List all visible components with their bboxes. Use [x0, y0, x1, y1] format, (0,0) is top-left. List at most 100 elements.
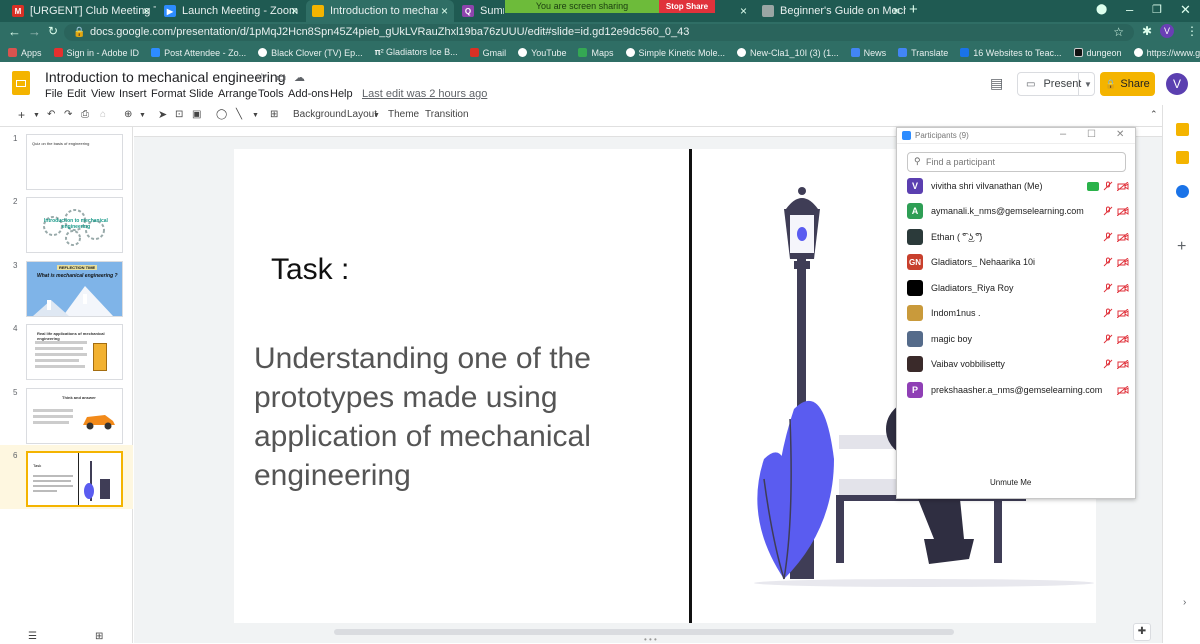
- star-bookmark-icon[interactable]: ☆: [1113, 24, 1124, 41]
- forward-arrow-icon[interactable]: →: [28, 24, 41, 39]
- background-button[interactable]: Background: [293, 109, 346, 120]
- transition-button[interactable]: Transition: [425, 109, 469, 120]
- paint-format-icon[interactable]: ⌂: [100, 109, 106, 120]
- image-icon[interactable]: ▣: [192, 109, 201, 120]
- filmstrip-view-icon[interactable]: ☰: [28, 631, 37, 642]
- participant-row[interactable]: GN Gladiators_ Nehaarika 10i: [907, 252, 1129, 272]
- comment-add-icon[interactable]: ⊞: [270, 109, 278, 120]
- chevron-down-icon[interactable]: ▼: [252, 112, 259, 119]
- shape-icon[interactable]: ◯: [216, 109, 227, 120]
- back-arrow-icon[interactable]: ←: [8, 24, 21, 39]
- participant-row[interactable]: Ethan ( ͡° ͜ʖ ͡°): [907, 227, 1129, 247]
- bookmark-gmail[interactable]: Gmail: [469, 48, 506, 58]
- chevron-down-icon[interactable]: ▼: [373, 112, 380, 119]
- chevron-down-icon[interactable]: ▼: [33, 112, 40, 119]
- unmute-me-button[interactable]: Unmute Me: [990, 478, 1031, 487]
- tab-zoom[interactable]: ▶ Launch Meeting - Zoom ×: [158, 0, 304, 22]
- star-icon[interactable]: ☆: [256, 70, 268, 86]
- account-avatar[interactable]: V: [1166, 73, 1188, 95]
- close-tab-icon[interactable]: ×: [441, 4, 448, 18]
- close-tab-icon[interactable]: ×: [893, 4, 900, 18]
- address-bar[interactable]: 🔒 docs.google.com/presentation/d/1pMqJ2H…: [64, 24, 1134, 41]
- tab-search-icon[interactable]: ⬤: [1096, 4, 1107, 15]
- print-icon[interactable]: ⎙: [81, 109, 89, 120]
- menu-slide[interactable]: Slide: [189, 88, 213, 100]
- tab-slides[interactable]: Introduction to mechanical engi ×: [306, 0, 454, 22]
- participant-row[interactable]: P prekshaasher.a_nms@gemselearning.com: [907, 380, 1129, 400]
- present-button[interactable]: ▭ Present ▼: [1017, 72, 1095, 96]
- menu-arrange[interactable]: Arrange: [218, 88, 257, 100]
- bookmark-translate[interactable]: Translate: [898, 48, 948, 58]
- tab-page[interactable]: ×: [715, 0, 755, 22]
- theme-button[interactable]: Theme: [388, 109, 419, 120]
- bookmark-new-class[interactable]: New-Cla1_10I (3) (1...: [737, 48, 839, 58]
- slide-thumbnail-1[interactable]: Quiz on the basis of engineering: [26, 134, 123, 190]
- bookmark-kinetic[interactable]: Simple Kinetic Mole...: [625, 48, 725, 58]
- new-slide-icon[interactable]: +: [18, 108, 25, 122]
- tasks-icon[interactable]: [1176, 151, 1189, 164]
- menu-tools[interactable]: Tools: [258, 88, 284, 100]
- bookmark-adobe[interactable]: Sign in - Adobe ID: [53, 48, 139, 58]
- maximize-window-button[interactable]: ❐: [1152, 3, 1162, 16]
- menu-help[interactable]: Help: [330, 88, 353, 100]
- keep-icon[interactable]: [1176, 123, 1189, 136]
- calendar-icon[interactable]: [1176, 185, 1189, 198]
- bookmark-news[interactable]: News: [850, 48, 886, 58]
- add-addon-icon[interactable]: +: [1177, 238, 1186, 256]
- textbox-icon[interactable]: ⊡: [175, 109, 183, 120]
- undo-icon[interactable]: ↶: [47, 109, 55, 120]
- expand-panel-icon[interactable]: ›: [1183, 597, 1186, 608]
- bookmark-zoom[interactable]: Post Attendee - Zo...: [151, 48, 246, 58]
- chevron-down-icon[interactable]: ▼: [1084, 80, 1092, 89]
- more-menu-icon[interactable]: ⋮: [1186, 24, 1198, 38]
- bookmark-16-websites[interactable]: 16 Websites to Teac...: [960, 48, 1062, 58]
- slides-logo-icon[interactable]: [12, 71, 30, 95]
- extensions-icon[interactable]: ✱: [1142, 24, 1152, 38]
- tab-quizizz[interactable]: Q Summar: [456, 0, 504, 22]
- bookmark-youtube[interactable]: YouTube: [518, 48, 566, 58]
- bookmark-maps[interactable]: Maps: [578, 48, 614, 58]
- participant-row[interactable]: magic boy: [907, 329, 1129, 349]
- menu-insert[interactable]: Insert: [119, 88, 147, 100]
- slide-thumbnail-5[interactable]: Think and answer: [26, 388, 123, 444]
- menu-addons[interactable]: Add-ons: [288, 88, 329, 100]
- select-cursor-icon[interactable]: ➤: [158, 108, 167, 121]
- close-tab-icon[interactable]: ×: [291, 4, 298, 18]
- share-button[interactable]: 🔒 Share: [1100, 72, 1155, 96]
- move-folder-icon[interactable]: ▭: [276, 71, 286, 84]
- bookmark-gceguide[interactable]: https://www.gcegui...: [1133, 48, 1200, 58]
- chevron-up-icon[interactable]: ⌃: [1150, 109, 1158, 120]
- slide-thumbnail-2[interactable]: Introduction to mechanical engineering: [26, 197, 123, 253]
- participant-row[interactable]: Gladiators_Riya Roy: [907, 278, 1129, 298]
- comments-icon[interactable]: ▤: [990, 75, 1003, 92]
- menu-edit[interactable]: Edit: [67, 88, 86, 100]
- tab-beginners-guide[interactable]: Beginner's Guide on Mechanical ×: [756, 0, 906, 22]
- tab-gmail[interactable]: M [URGENT] Club Meeting Tomorro ×: [6, 0, 156, 22]
- maximize-button[interactable]: ☐: [1087, 129, 1096, 140]
- redo-icon[interactable]: ↷: [64, 109, 72, 120]
- close-window-button[interactable]: ✕: [1180, 2, 1191, 18]
- close-button[interactable]: ✕: [1116, 129, 1124, 140]
- slide-body-text[interactable]: Understanding one of the prototypes made…: [254, 339, 684, 495]
- document-title[interactable]: Introduction to mechanical engineering: [45, 69, 286, 85]
- reload-icon[interactable]: ↻: [48, 24, 58, 38]
- bookmark-apps[interactable]: Apps: [8, 48, 42, 58]
- explore-icon[interactable]: ✚: [1133, 623, 1151, 641]
- last-edit-link[interactable]: Last edit was 2 hours ago: [362, 88, 487, 100]
- participant-row[interactable]: V vivitha shri vilvanathan (Me): [907, 176, 1129, 196]
- participant-row[interactable]: A aymanali.k_nms@gemselearning.com: [907, 201, 1129, 221]
- profile-avatar[interactable]: V: [1160, 24, 1174, 38]
- grid-view-icon[interactable]: ⊞: [95, 631, 103, 642]
- slide-thumbnail-4[interactable]: Real life applications of mechanical eng…: [26, 324, 123, 380]
- menu-file[interactable]: File: [45, 88, 63, 100]
- menu-format[interactable]: Format: [151, 88, 186, 100]
- bookmark-black-clover[interactable]: Black Clover (TV) Ep...: [258, 48, 363, 58]
- stop-share-button[interactable]: Stop Share: [659, 0, 715, 13]
- participant-row[interactable]: Vaibav vobbilisetty: [907, 354, 1129, 374]
- find-participant-input[interactable]: ⚲ Find a participant: [907, 152, 1126, 172]
- new-tab-button[interactable]: +: [909, 1, 918, 18]
- chevron-down-icon[interactable]: ▼: [139, 112, 146, 119]
- minimize-window-button[interactable]: –: [1126, 2, 1133, 17]
- zoom-icon[interactable]: ⊕: [124, 109, 132, 120]
- bookmark-gladiators[interactable]: 𝛑² Gladiators Ice B...: [375, 47, 458, 58]
